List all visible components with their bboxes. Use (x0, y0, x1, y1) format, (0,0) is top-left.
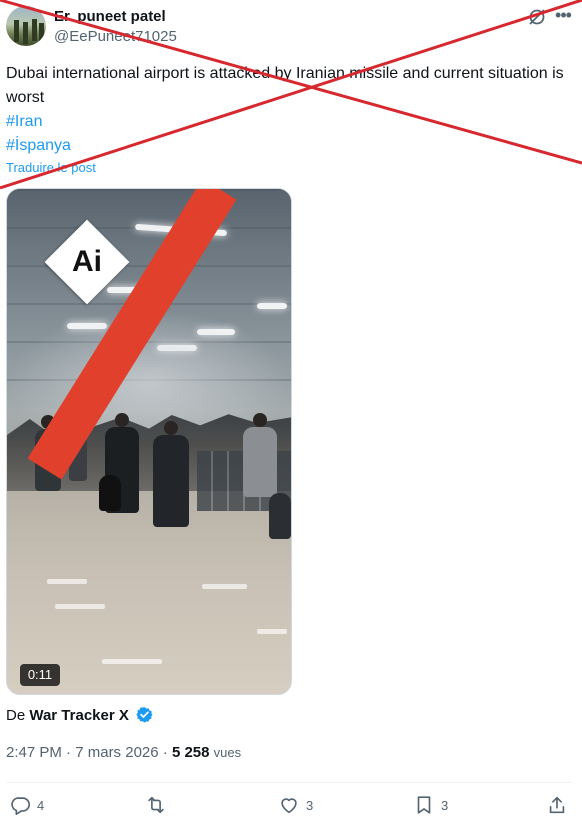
reply-button[interactable]: 4 (9, 794, 44, 816)
media-source: De War Tracker X (6, 706, 153, 724)
views-label: vues (213, 745, 242, 760)
floor-reflection (102, 659, 162, 664)
like-button[interactable]: 3 (278, 794, 313, 816)
ai-generated-badge: Ai (44, 219, 130, 305)
person-figure (153, 421, 189, 527)
verified-badge-icon (136, 707, 153, 723)
tweet-time[interactable]: 2:47 PM (6, 744, 62, 761)
hashtag-link[interactable]: #İspanya (6, 134, 71, 158)
reply-count: 4 (37, 797, 45, 813)
hashtag-link[interactable]: #Iran (6, 110, 42, 134)
ai-badge-label: Ai (72, 245, 102, 278)
floor-reflection (55, 604, 105, 609)
suitcase (269, 493, 291, 539)
tweet-meta: 2:47 PM · 7 mars 2026 · 5 258 vues (6, 744, 241, 761)
more-icon[interactable]: ••• (553, 6, 573, 27)
person-figure (243, 413, 277, 497)
suitcase (99, 475, 121, 511)
view-count: 5 258 (171, 744, 210, 761)
bookmark-button[interactable]: 3 (413, 794, 448, 816)
source-account-link[interactable]: War Tracker X (29, 707, 129, 724)
avatar[interactable] (6, 6, 46, 46)
divider (6, 782, 572, 783)
video-duration-badge: 0:11 (20, 664, 60, 686)
author-display-name[interactable]: Er. puneet patel (54, 8, 166, 25)
tweet-date[interactable]: 7 mars 2026 (75, 744, 158, 761)
bookmark-count: 3 (441, 797, 449, 813)
repost-icon (148, 796, 164, 814)
repost-button[interactable] (145, 794, 167, 816)
author-handle[interactable]: @EePuneet71025 (54, 28, 177, 45)
like-count: 3 (306, 797, 314, 813)
meta-separator: · (162, 744, 168, 761)
bookmark-icon (417, 796, 431, 814)
share-button[interactable] (546, 794, 568, 816)
tweet-text: Dubai international airport is attacked … (6, 65, 564, 106)
source-prefix: De (6, 707, 26, 724)
reply-icon (11, 797, 30, 815)
heart-icon (281, 798, 297, 814)
meta-separator: · (66, 744, 72, 761)
tweet-card: Er. puneet patel @EePuneet71025 ••• Duba… (0, 0, 582, 823)
floor-reflection (47, 579, 87, 584)
floor-reflection (257, 629, 287, 634)
floor-reflection (202, 584, 247, 589)
grok-icon[interactable] (527, 7, 547, 27)
translate-post-link[interactable]: Traduire le post (6, 160, 96, 175)
share-icon (549, 796, 565, 814)
